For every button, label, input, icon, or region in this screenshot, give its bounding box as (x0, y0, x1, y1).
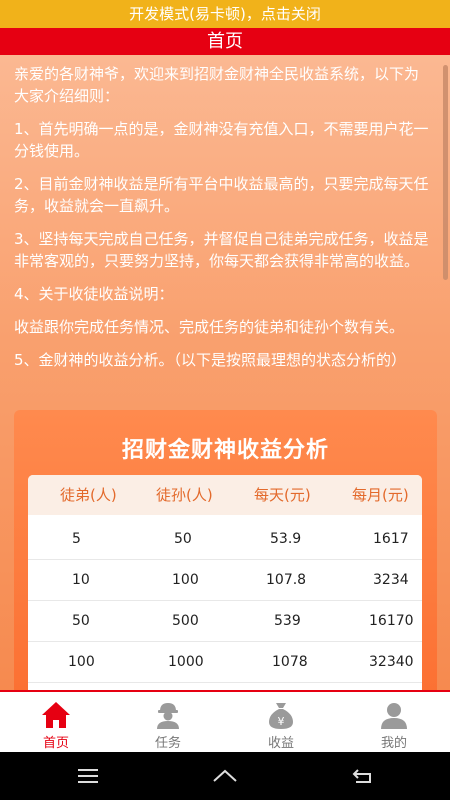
cell-apprentices: 500 (68, 683, 95, 690)
system-navigation-bar (0, 752, 450, 800)
cell-grand-apprentices: 1000 (168, 654, 204, 670)
table-row: 5 50 53.9 1617 (28, 519, 422, 559)
intro-paragraph: 4、关于收徒收益说明： (14, 285, 174, 303)
income-table: 徒弟(人) 徒孙(人) 每天(元) 每月(元) 5 50 53.9 1617 1… (28, 475, 422, 690)
tab-label: 我的 (380, 736, 407, 751)
scrollbar[interactable] (443, 65, 448, 280)
back-icon[interactable] (350, 766, 376, 786)
intro-paragraph: 收益跟你完成任务情况、完成任务的徒弟和徒孙个数有关。 (14, 318, 405, 336)
intro-text: 亲爱的各财神爷，欢迎来到招财金财神全民收益系统，以下为大家介绍细则： 1、首先明… (14, 63, 432, 382)
cell-grand-apprentices: 500 (172, 613, 199, 629)
table-row: 100 1000 1078 32340 (28, 642, 422, 682)
cell-daily: 539 (274, 613, 301, 629)
bottom-tab-bar: 首页 任务 ¥ 收益 我的 (0, 690, 450, 754)
cell-apprentices: 100 (68, 654, 95, 670)
cell-monthly: 161700 (362, 683, 415, 690)
header-grand-apprentices: 徒孙(人) (156, 486, 213, 504)
table-row: 50 500 539 16170 (28, 601, 422, 641)
svg-text:¥: ¥ (278, 715, 285, 728)
tab-label: 任务 (154, 736, 181, 751)
intro-paragraph: 亲爱的各财神爷，欢迎来到招财金财神全民收益系统，以下为大家介绍细则： (14, 65, 420, 105)
cell-daily: 1078 (272, 654, 308, 670)
table-header-row: 徒弟(人) 徒孙(人) 每天(元) 每月(元) (28, 475, 422, 515)
cell-monthly: 32340 (369, 654, 414, 670)
card-title: 招财金财神收益分析 (121, 438, 329, 463)
cell-grand-apprentices: 50 (174, 531, 192, 547)
header-daily: 每天(元) (254, 486, 311, 504)
header-apprentices: 徒弟(人) (60, 486, 117, 504)
intro-paragraph: 3、坚持每天完成自己任务，并督促自己徒弟完成任务，收益是非常客观的，只要努力坚持… (14, 230, 429, 270)
cell-monthly: 3234 (373, 572, 409, 588)
cell-grand-apprentices: 100 (172, 572, 199, 588)
user-icon (381, 703, 407, 729)
home-nav-icon[interactable] (211, 766, 239, 786)
tab-tasks[interactable]: 任务 (112, 692, 224, 752)
worker-icon (157, 703, 179, 729)
cell-daily: 53.9 (270, 531, 302, 547)
tab-home[interactable]: 首页 (0, 692, 112, 752)
cell-apprentices: 10 (72, 572, 90, 588)
cell-daily: 107.8 (266, 572, 307, 588)
cell-apprentices: 50 (72, 613, 90, 629)
cell-grand-apprentices: 5000 (168, 683, 204, 690)
tab-label: 收益 (267, 736, 294, 751)
table-row: 500 5000 5390 161700 (28, 683, 422, 690)
table-row: 10 100 107.8 3234 (28, 560, 422, 600)
intro-paragraph: 5、金财神的收益分析。（以下是按照最理想的状态分析的） (14, 351, 407, 369)
tab-label: 首页 (42, 736, 69, 751)
cell-monthly: 1617 (373, 531, 409, 547)
intro-paragraph: 1、首先明确一点的是，金财神没有充值入口，不需要用户花一分钱使用。 (14, 120, 429, 160)
dev-mode-banner[interactable]: 开发模式(易卡顿)，点击关闭 (0, 0, 450, 28)
header-monthly: 每月(元) (352, 486, 409, 504)
cell-monthly: 16170 (369, 613, 414, 629)
home-icon (42, 702, 70, 728)
tab-mine[interactable]: 我的 (338, 692, 450, 752)
money-bag-icon: ¥ (269, 703, 293, 729)
intro-paragraph: 2、目前金财神收益是所有平台中收益最高的，只要完成每天任务，收益就会一直飙升。 (14, 175, 429, 215)
tab-income[interactable]: ¥ 收益 (225, 692, 337, 752)
main-content[interactable]: 亲爱的各财神爷，欢迎来到招财金财神全民收益系统，以下为大家介绍细则： 1、首先明… (0, 55, 450, 690)
cell-apprentices: 5 (72, 531, 81, 547)
income-analysis-card: 招财金财神收益分析 徒弟(人) 徒孙(人) 每天(元) 每月(元) 5 50 5… (14, 410, 437, 690)
cell-daily: 5390 (272, 683, 308, 690)
page-title: 首页 (0, 28, 450, 55)
menu-icon[interactable] (76, 766, 100, 786)
